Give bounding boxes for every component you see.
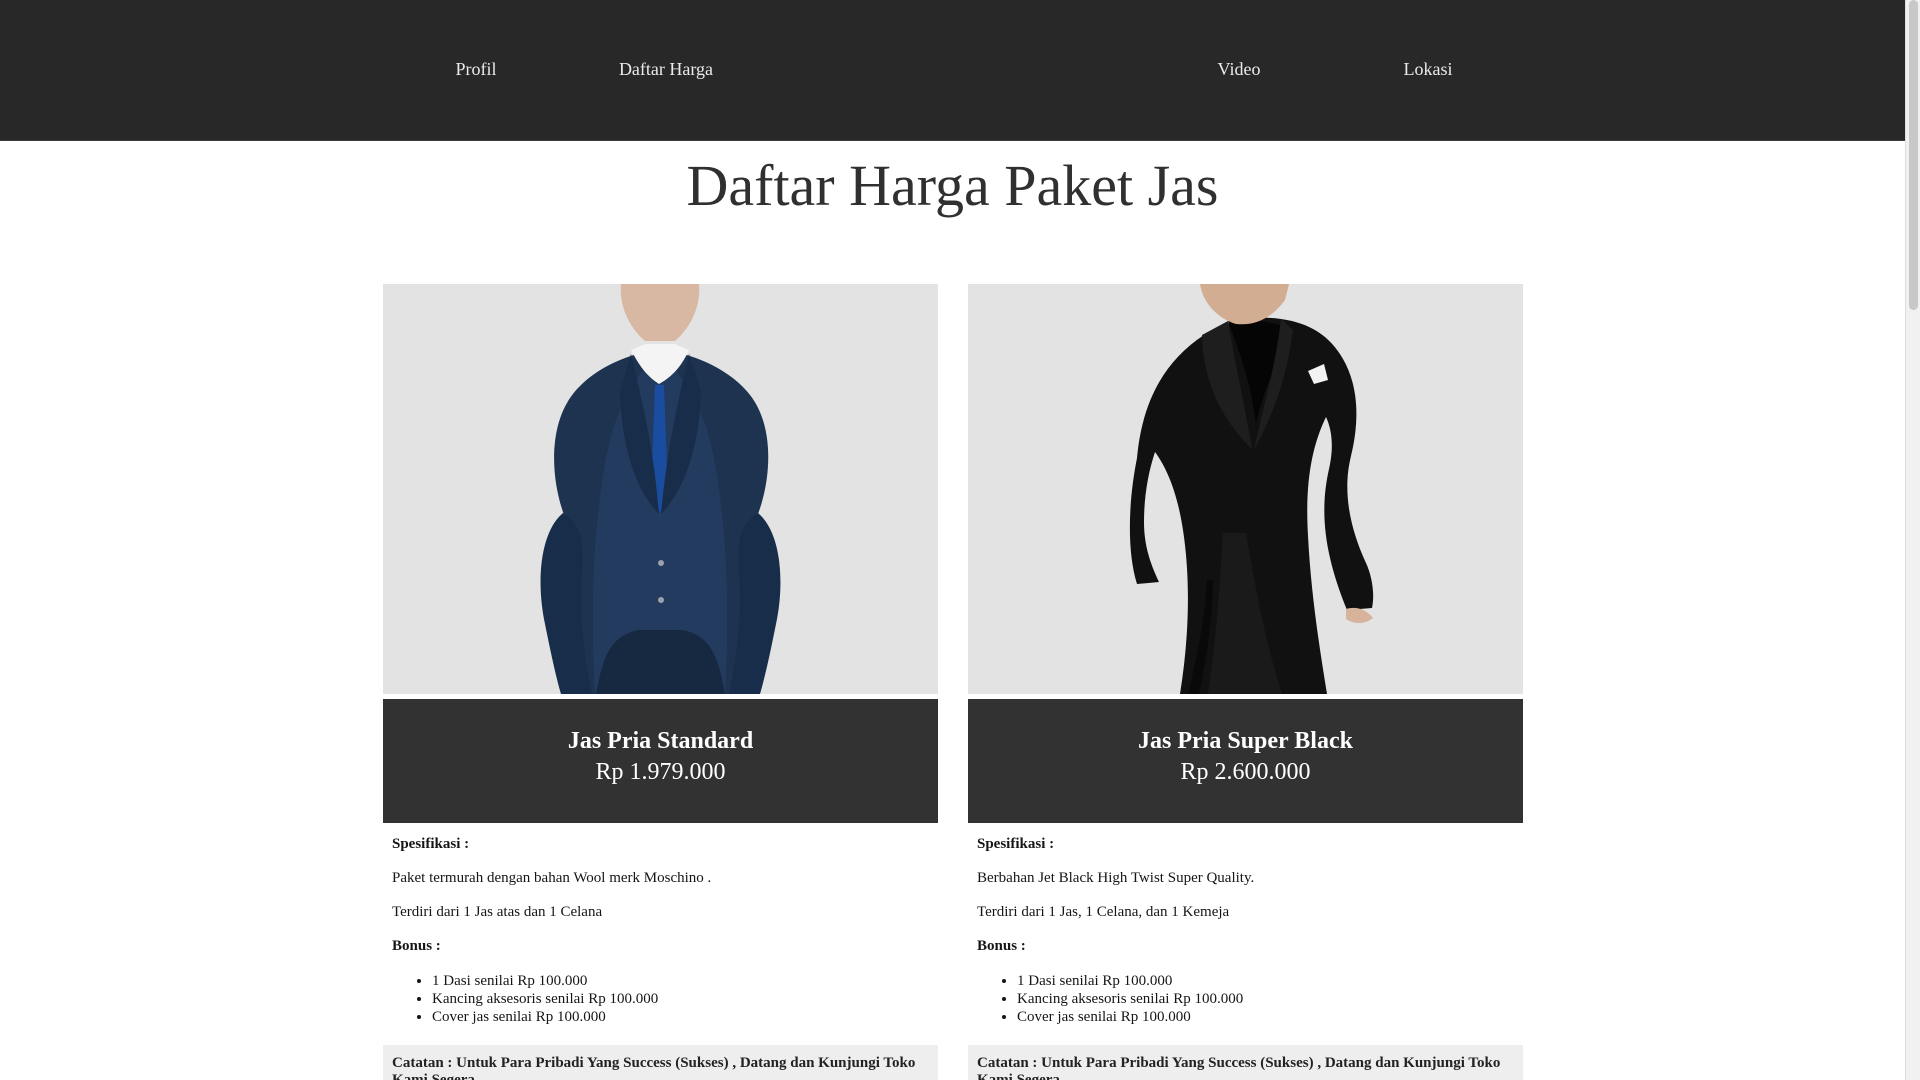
product-note-super-black: Catatan : Untuk Para Pribadi Yang Succes…	[968, 1045, 1523, 1080]
black-suit-image	[968, 284, 1523, 694]
product-image-super-black	[968, 284, 1523, 694]
nav-item-daftar-harga[interactable]: Daftar Harga	[556, 58, 776, 80]
product-card-standard: Jas Pria Standard Rp 1.979.000 Spesifika…	[383, 284, 938, 1080]
bonus-item: Kancing aksesoris senilai Rp 100.000	[1017, 990, 1514, 1008]
specification-line: Terdiri dari 1 Jas, 1 Celana, dan 1 Keme…	[977, 904, 1230, 920]
top-navigation: Profil Daftar Harga Video Lokasi	[0, 0, 1905, 141]
product-price: Rp 1.979.000	[595, 759, 726, 785]
product-name: Jas Pria Super Black	[1138, 728, 1353, 754]
page-scrollbar[interactable]	[1905, 0, 1920, 1080]
specification-line: Terdiri dari 1 Jas atas dan 1 Celana	[392, 904, 603, 920]
product-details-standard: Spesifikasi : Paket termurah dengan baha…	[383, 823, 938, 1026]
bonus-list: 1 Dasi senilai Rp 100.000 Kancing akseso…	[977, 972, 1514, 1026]
nav-item-video[interactable]: Video	[1129, 58, 1349, 80]
product-price: Rp 2.600.000	[1180, 759, 1311, 785]
product-details-super-black: Spesifikasi : Berbahan Jet Black High Tw…	[968, 823, 1523, 1026]
nav-item-lokasi[interactable]: Lokasi	[1318, 58, 1538, 80]
bonus-heading: Bonus :	[392, 938, 441, 954]
specification-line: Berbahan Jet Black High Twist Super Qual…	[977, 870, 1255, 886]
price-panel-standard: Jas Pria Standard Rp 1.979.000	[383, 699, 938, 823]
product-name: Jas Pria Standard	[567, 728, 754, 754]
specification-line: Paket termurah dengan bahan Wool merk Mo…	[392, 870, 712, 886]
navy-suit-image	[383, 284, 938, 694]
bonus-item: Kancing aksesoris senilai Rp 100.000	[432, 990, 929, 1008]
bonus-heading: Bonus :	[977, 938, 1026, 954]
product-image-standard	[383, 284, 938, 694]
scrollbar-thumb[interactable]	[1909, 0, 1918, 310]
page-title: Daftar Harga Paket Jas	[686, 153, 1219, 218]
bonus-item: 1 Dasi senilai Rp 100.000	[432, 972, 929, 990]
bonus-item: Cover jas senilai Rp 100.000	[1017, 1008, 1514, 1026]
bonus-item: 1 Dasi senilai Rp 100.000	[1017, 972, 1514, 990]
page: Profil Daftar Harga Video Lokasi Daftar …	[0, 0, 1920, 1080]
specification-heading: Spesifikasi :	[392, 836, 470, 852]
nav-item-profil[interactable]: Profil	[366, 58, 586, 80]
specification-heading: Spesifikasi :	[977, 836, 1055, 852]
bonus-list: 1 Dasi senilai Rp 100.000 Kancing akseso…	[392, 972, 929, 1026]
product-card-super-black: Jas Pria Super Black Rp 2.600.000 Spesif…	[968, 284, 1523, 1080]
price-panel-super-black: Jas Pria Super Black Rp 2.600.000	[968, 699, 1523, 823]
bonus-item: Cover jas senilai Rp 100.000	[432, 1008, 929, 1026]
product-note-standard: Catatan : Untuk Para Pribadi Yang Succes…	[383, 1045, 938, 1080]
